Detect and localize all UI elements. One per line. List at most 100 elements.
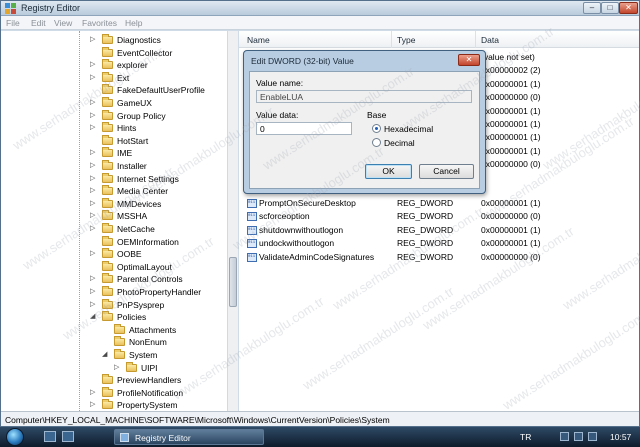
expander-icon[interactable]: ◢	[90, 312, 95, 320]
column-type[interactable]: Type	[397, 35, 415, 45]
taskbar-registry-editor[interactable]: Registry Editor	[114, 429, 264, 445]
folder-icon	[102, 273, 113, 284]
tree-node-label: IME	[117, 148, 133, 159]
tree-node-label: PropertySystem	[117, 400, 178, 411]
value-data: 0x00000000 (0)	[481, 251, 541, 262]
folder-icon	[102, 223, 113, 233]
expander-icon[interactable]: ▷	[90, 287, 95, 295]
show-desktop-icon[interactable]	[44, 431, 56, 442]
tree-scrollbar-thumb[interactable]	[229, 257, 237, 307]
tray-icon[interactable]	[588, 432, 597, 441]
window-title: Registry Editor	[21, 3, 81, 13]
expander-icon[interactable]: ▷	[90, 388, 95, 396]
tree-node-label: Policies	[117, 312, 147, 323]
value-name-field[interactable]: EnableLUA	[256, 90, 472, 103]
language-indicator[interactable]: TR	[520, 432, 531, 442]
expander-icon[interactable]: ▷	[90, 186, 95, 194]
menu-favorites[interactable]: Favorites	[82, 18, 117, 28]
table-row[interactable]: PromptOnSecureDesktop REG_DWORD 0x00000001…	[239, 197, 639, 210]
tree-node-label: MMDevices	[117, 198, 162, 209]
folder-icon	[102, 399, 113, 410]
tree-node-label: Ext	[117, 72, 130, 83]
expander-icon[interactable]: ▷	[90, 211, 95, 219]
expander-icon[interactable]: ▷	[90, 60, 95, 68]
folder-icon	[102, 134, 113, 145]
volume-icon[interactable]	[574, 432, 583, 441]
tree-node-label: Attachments	[129, 324, 177, 335]
dialog-close-button[interactable]: ✕	[458, 54, 480, 66]
tree-node-label: UIPI	[141, 362, 158, 373]
menu-help[interactable]: Help	[125, 18, 142, 28]
value-data: 0x00000002 (2)	[481, 65, 541, 76]
column-separator[interactable]	[475, 31, 476, 48]
table-row[interactable]: scforceoption REG_DWORD 0x00000000 (0)	[239, 210, 639, 223]
expander-icon[interactable]: ▷	[90, 249, 95, 257]
table-row[interactable]: shutdownwithoutlogon REG_DWORD 0x00000001 …	[239, 224, 639, 237]
folder-icon	[114, 336, 125, 347]
minimize-button[interactable]: –	[583, 2, 601, 14]
tree-guide-line	[79, 31, 80, 411]
value-type: REG_DWORD	[397, 211, 454, 222]
value-data: (value not set)	[481, 52, 535, 62]
menu-edit[interactable]: Edit	[31, 18, 46, 28]
value-type: REG_DWORD	[397, 198, 454, 208]
decimal-radio[interactable]	[372, 138, 381, 147]
column-data[interactable]: Data	[481, 35, 499, 45]
tree-node-label: Media Center	[117, 186, 169, 197]
menu-view[interactable]: View	[54, 18, 72, 28]
menu-file[interactable]: File	[6, 18, 20, 28]
table-row[interactable]: ValidateAdminCodeSignatures REG_DWORD 0x00…	[239, 251, 639, 264]
expander-icon[interactable]: ▷	[90, 35, 95, 43]
table-row[interactable]: undockwithoutlogon REG_DWORD 0x00000001 (1…	[239, 237, 639, 250]
start-button[interactable]	[6, 428, 24, 446]
regedit-icon	[120, 433, 129, 442]
expander-icon[interactable]: ▷	[90, 148, 95, 156]
status-bar: Computer\HKEY_LOCAL_MACHINE\SOFTWARE\Mic…	[1, 411, 639, 426]
expander-icon[interactable]: ▷	[90, 224, 95, 232]
ok-button[interactable]: OK	[365, 164, 412, 179]
expander-icon[interactable]: ▷	[90, 73, 95, 81]
folder-icon	[102, 71, 113, 82]
tree-node-label: ProfileNotification	[117, 387, 184, 398]
tree-node-label: MSSHA	[117, 211, 148, 222]
maximize-button[interactable]: □	[601, 2, 619, 14]
tree-node-label: HotStart	[117, 135, 149, 146]
expander-icon[interactable]: ◢	[102, 350, 107, 358]
decimal-label[interactable]: Decimal	[384, 138, 415, 148]
tree-node-label: FakeDefaultUserProfile	[117, 85, 205, 96]
expander-icon[interactable]: ▷	[90, 98, 95, 106]
title-bar[interactable]: Registry Editor – □ ✕	[1, 1, 639, 16]
switch-windows-icon[interactable]	[62, 431, 74, 442]
value-data-label: Value data:	[256, 110, 299, 120]
expander-icon[interactable]: ▷	[90, 123, 95, 131]
network-icon[interactable]	[560, 432, 569, 441]
value-type: REG_DWORD	[397, 238, 454, 249]
expander-icon[interactable]: ▷	[90, 174, 95, 182]
expander-icon[interactable]: ▷	[90, 111, 95, 119]
expander-icon[interactable]: ▷	[90, 400, 95, 408]
hexadecimal-label[interactable]: Hexadecimal	[384, 124, 433, 134]
folder-icon	[102, 260, 113, 271]
value-data-field[interactable]: 0	[256, 122, 352, 135]
folder-icon	[102, 84, 113, 95]
value-name: ValidateAdminCodeSignatures	[259, 251, 375, 262]
tree-node-label: GameUX	[117, 98, 152, 108]
expander-icon[interactable]: ▷	[90, 199, 95, 207]
expander-icon[interactable]: ▷	[90, 274, 95, 282]
folder-icon	[102, 386, 113, 397]
expander-icon[interactable]: ▷	[90, 161, 95, 169]
tree-scrollbar[interactable]	[227, 31, 238, 411]
cancel-button[interactable]: Cancel	[419, 164, 474, 179]
dialog-title: Edit DWORD (32-bit) Value	[251, 56, 354, 66]
column-separator[interactable]	[391, 31, 392, 48]
tree-node-label: explorer	[117, 60, 148, 71]
expander-icon[interactable]: ▷	[90, 300, 95, 308]
hexadecimal-radio[interactable]	[372, 124, 381, 133]
list-header: Name Type Data	[239, 31, 639, 48]
expander-icon[interactable]: ▷	[114, 363, 119, 371]
dword-value-icon	[247, 252, 257, 262]
registry-tree[interactable]: ▷ Diagnostics EventCollector ▷ explorer ▷ Ext F…	[1, 31, 238, 411]
column-name[interactable]: Name	[247, 35, 270, 45]
regedit-icon	[5, 3, 16, 14]
close-button[interactable]: ✕	[619, 2, 638, 14]
